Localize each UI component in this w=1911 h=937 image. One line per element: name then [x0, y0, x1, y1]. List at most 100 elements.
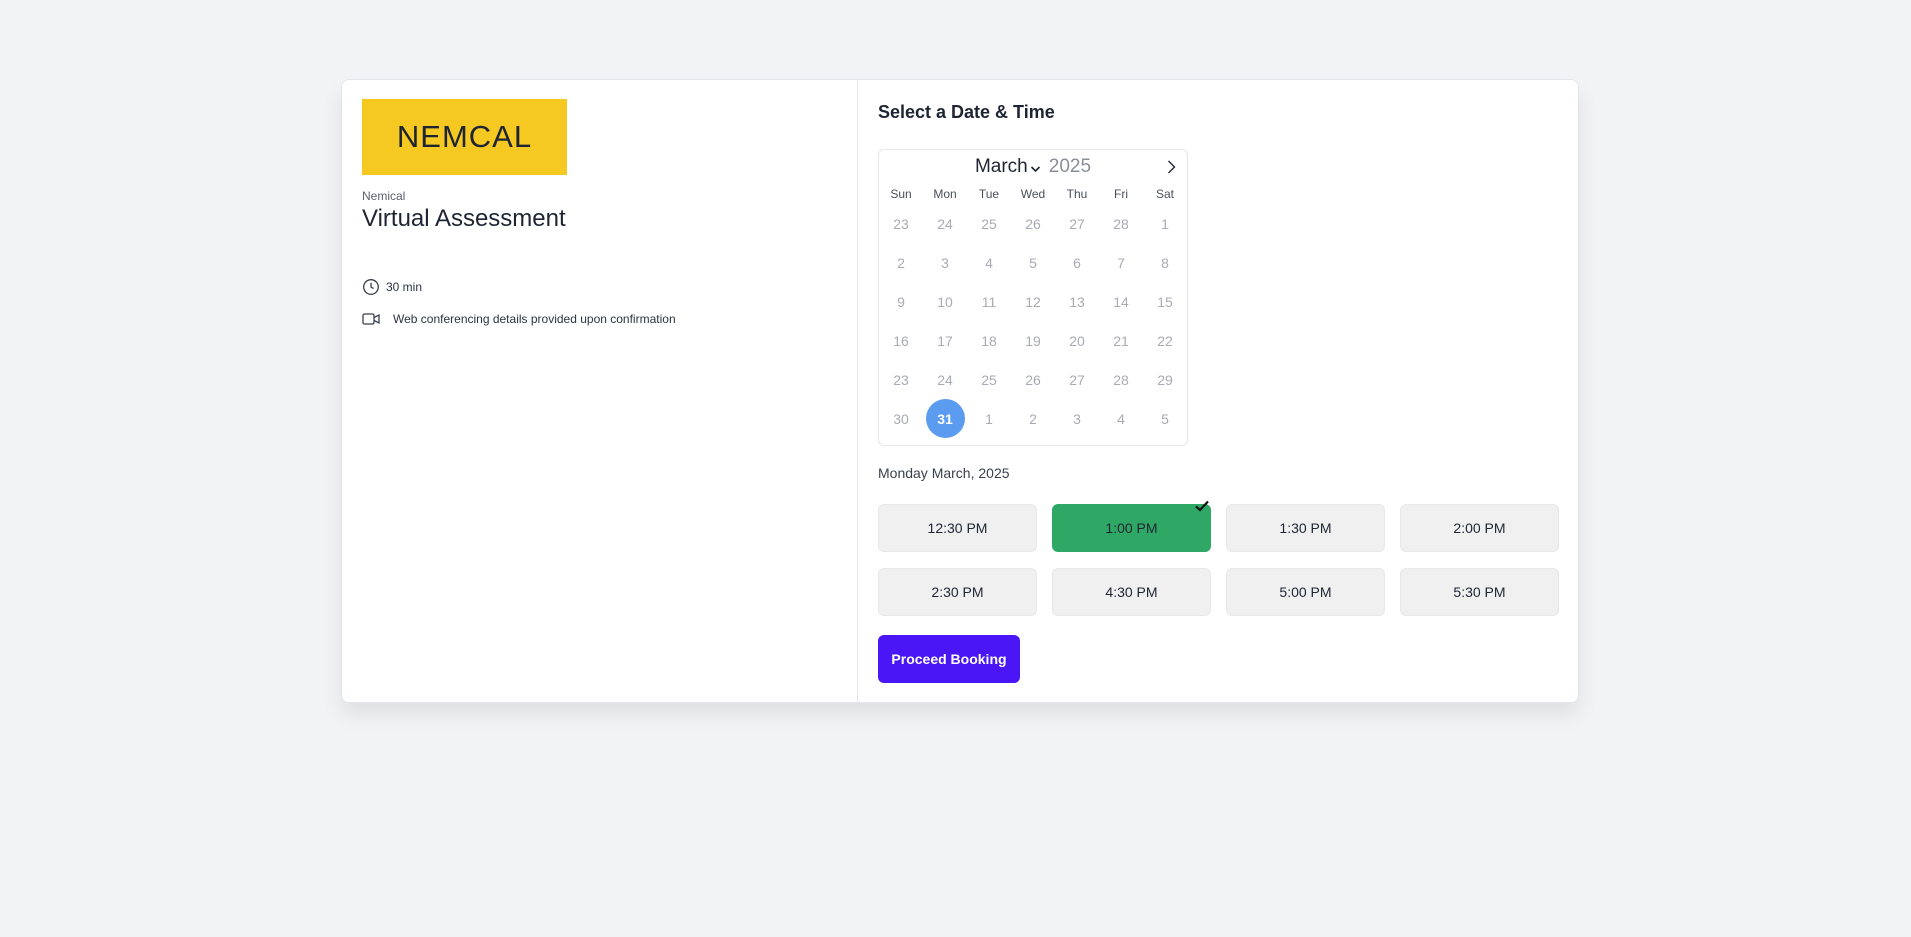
calendar-day[interactable]: 25 — [967, 204, 1011, 243]
calendar-day[interactable]: 28 — [1099, 360, 1143, 399]
calendar-day[interactable]: 2 — [1011, 399, 1055, 438]
calendar-day-number: 7 — [1117, 254, 1125, 271]
duration-row: 30 min — [362, 278, 422, 296]
booking-card: NEMCAL Nemical Virtual Assessment 30 min… — [341, 79, 1579, 703]
time-slot-button[interactable]: 1:30 PM — [1226, 504, 1385, 552]
calendar-day[interactable]: 4 — [967, 243, 1011, 282]
calendar-day-number: 3 — [941, 254, 949, 271]
calendar-day-number: 27 — [1069, 215, 1085, 232]
calendar-day[interactable]: 3 — [1055, 399, 1099, 438]
calendar-day[interactable]: 27 — [1055, 360, 1099, 399]
calendar-day[interactable]: 11 — [967, 282, 1011, 321]
calendar-day-number: 31 — [925, 399, 965, 438]
calendar-day-number: 10 — [937, 293, 953, 310]
calendar-day-number: 2 — [1029, 410, 1037, 427]
calendar-day-number: 1 — [985, 410, 993, 427]
calendar-day-number: 8 — [1161, 254, 1169, 271]
calendar-day[interactable]: 16 — [879, 321, 923, 360]
scheduler-title: Select a Date & Time — [878, 102, 1055, 122]
calendar-day[interactable]: 10 — [923, 282, 967, 321]
calendar-day[interactable]: 5 — [1143, 399, 1187, 438]
calendar-day[interactable]: 26 — [1011, 204, 1055, 243]
calendar-day-number: 30 — [893, 410, 909, 427]
calendar-day[interactable]: 1 — [1143, 204, 1187, 243]
time-slots: 12:30 PM 1:00 PM 1:30 PM 2:00 PM 2:30 PM 4:30… — [878, 500, 1559, 616]
calendar-day-number: 2 — [897, 254, 905, 271]
calendar-day-number: 5 — [1029, 254, 1037, 271]
calendar-day-number: 22 — [1157, 332, 1173, 349]
company-logo: NEMCAL — [362, 99, 567, 175]
time-slot-button[interactable]: 4:30 PM — [1052, 568, 1211, 616]
chevron-down-icon — [1030, 157, 1041, 179]
month-label: March — [974, 156, 1028, 177]
calendar-day[interactable]: 24 — [923, 360, 967, 399]
calendar-day-number: 3 — [1073, 410, 1081, 427]
calendar-day[interactable]: 9 — [879, 282, 923, 321]
video-camera-icon — [362, 312, 380, 326]
calendar-day[interactable]: 25 — [967, 360, 1011, 399]
calendar-day[interactable]: 23 — [879, 204, 923, 243]
calendar-day[interactable]: 28 — [1099, 204, 1143, 243]
time-slot-button[interactable]: 2:30 PM — [878, 568, 1037, 616]
calendar-day[interactable]: 19 — [1011, 321, 1055, 360]
calendar-day[interactable]: 30 — [879, 399, 923, 438]
calendar-days: 23 24 25 26 27 28 1 2 3 4 5 6 7 8 9 10 11 12 13 14 15 16 17 18 1… — [879, 204, 1187, 438]
calendar-day[interactable]: 2 — [879, 243, 923, 282]
calendar-day-number: 4 — [1117, 410, 1125, 427]
proceed-booking-button[interactable]: Proceed Booking — [878, 635, 1020, 683]
calendar-day[interactable]: 26 — [1011, 360, 1055, 399]
time-slot-button[interactable]: 12:30 PM — [878, 504, 1037, 552]
calendar-day-number: 14 — [1113, 293, 1129, 310]
time-slot-button[interactable]: 5:00 PM — [1226, 568, 1385, 616]
calendar-day[interactable]: 7 — [1099, 243, 1143, 282]
weekday-label: Sun — [890, 187, 912, 201]
calendar: March 2025 Sun Mon Tue Wed Thu Fri Sat 23 24 25 2… — [878, 149, 1188, 446]
calendar-day[interactable]: 8 — [1143, 243, 1187, 282]
calendar-day-number: 1 — [1161, 215, 1169, 232]
calendar-day[interactable]: 24 — [923, 204, 967, 243]
calendar-day-number: 13 — [1069, 293, 1085, 310]
calendar-day[interactable]: 13 — [1055, 282, 1099, 321]
calendar-day[interactable]: 21 — [1099, 321, 1143, 360]
time-slot-button-selected[interactable]: 1:00 PM — [1052, 500, 1211, 552]
year-input[interactable]: 2025 — [1049, 156, 1091, 178]
calendar-day[interactable]: 15 — [1143, 282, 1187, 321]
calendar-day[interactable]: 17 — [923, 321, 967, 360]
calendar-day[interactable]: 20 — [1055, 321, 1099, 360]
chevron-right-icon[interactable] — [1163, 159, 1179, 175]
conferencing-row: Web conferencing details provided upon c… — [362, 312, 676, 326]
event-details-panel: NEMCAL Nemical Virtual Assessment 30 min… — [342, 80, 858, 702]
calendar-day-number: 25 — [981, 371, 997, 388]
calendar-day-number: 5 — [1161, 410, 1169, 427]
calendar-day[interactable]: 23 — [879, 360, 923, 399]
calendar-day-number: 11 — [981, 293, 997, 310]
month-dropdown[interactable]: March — [975, 155, 1041, 179]
calendar-day[interactable]: 27 — [1055, 204, 1099, 243]
time-slot-label: 12:30 PM — [927, 520, 988, 536]
calendar-day[interactable]: 12 — [1011, 282, 1055, 321]
calendar-day-number: 25 — [981, 215, 997, 232]
calendar-day[interactable]: 1 — [967, 399, 1011, 438]
weekday-label: Mon — [933, 187, 957, 201]
calendar-day[interactable]: 22 — [1143, 321, 1187, 360]
calendar-day[interactable]: 18 — [967, 321, 1011, 360]
calendar-day-number: 24 — [937, 371, 953, 388]
time-slot-button[interactable]: 5:30 PM — [1400, 568, 1559, 616]
calendar-day-number: 21 — [1113, 332, 1129, 349]
weekday-label: Fri — [1114, 187, 1128, 201]
time-slot-button[interactable]: 2:00 PM — [1400, 504, 1559, 552]
calendar-day[interactable]: 6 — [1055, 243, 1099, 282]
calendar-day-number: 18 — [981, 332, 997, 349]
calendar-day[interactable]: 3 — [923, 243, 967, 282]
duration-text: 30 min — [386, 280, 423, 294]
calendar-day-number: 20 — [1069, 332, 1085, 349]
time-slot-label: 5:00 PM — [1279, 584, 1332, 600]
calendar-day[interactable]: 14 — [1099, 282, 1143, 321]
calendar-day-number: 26 — [1025, 215, 1041, 232]
clock-icon — [362, 278, 380, 296]
calendar-day[interactable]: 29 — [1143, 360, 1187, 399]
calendar-day[interactable]: 5 — [1011, 243, 1055, 282]
calendar-day-number: 26 — [1025, 371, 1041, 388]
calendar-day[interactable]: 4 — [1099, 399, 1143, 438]
calendar-day-selected[interactable]: 31 — [923, 399, 967, 438]
